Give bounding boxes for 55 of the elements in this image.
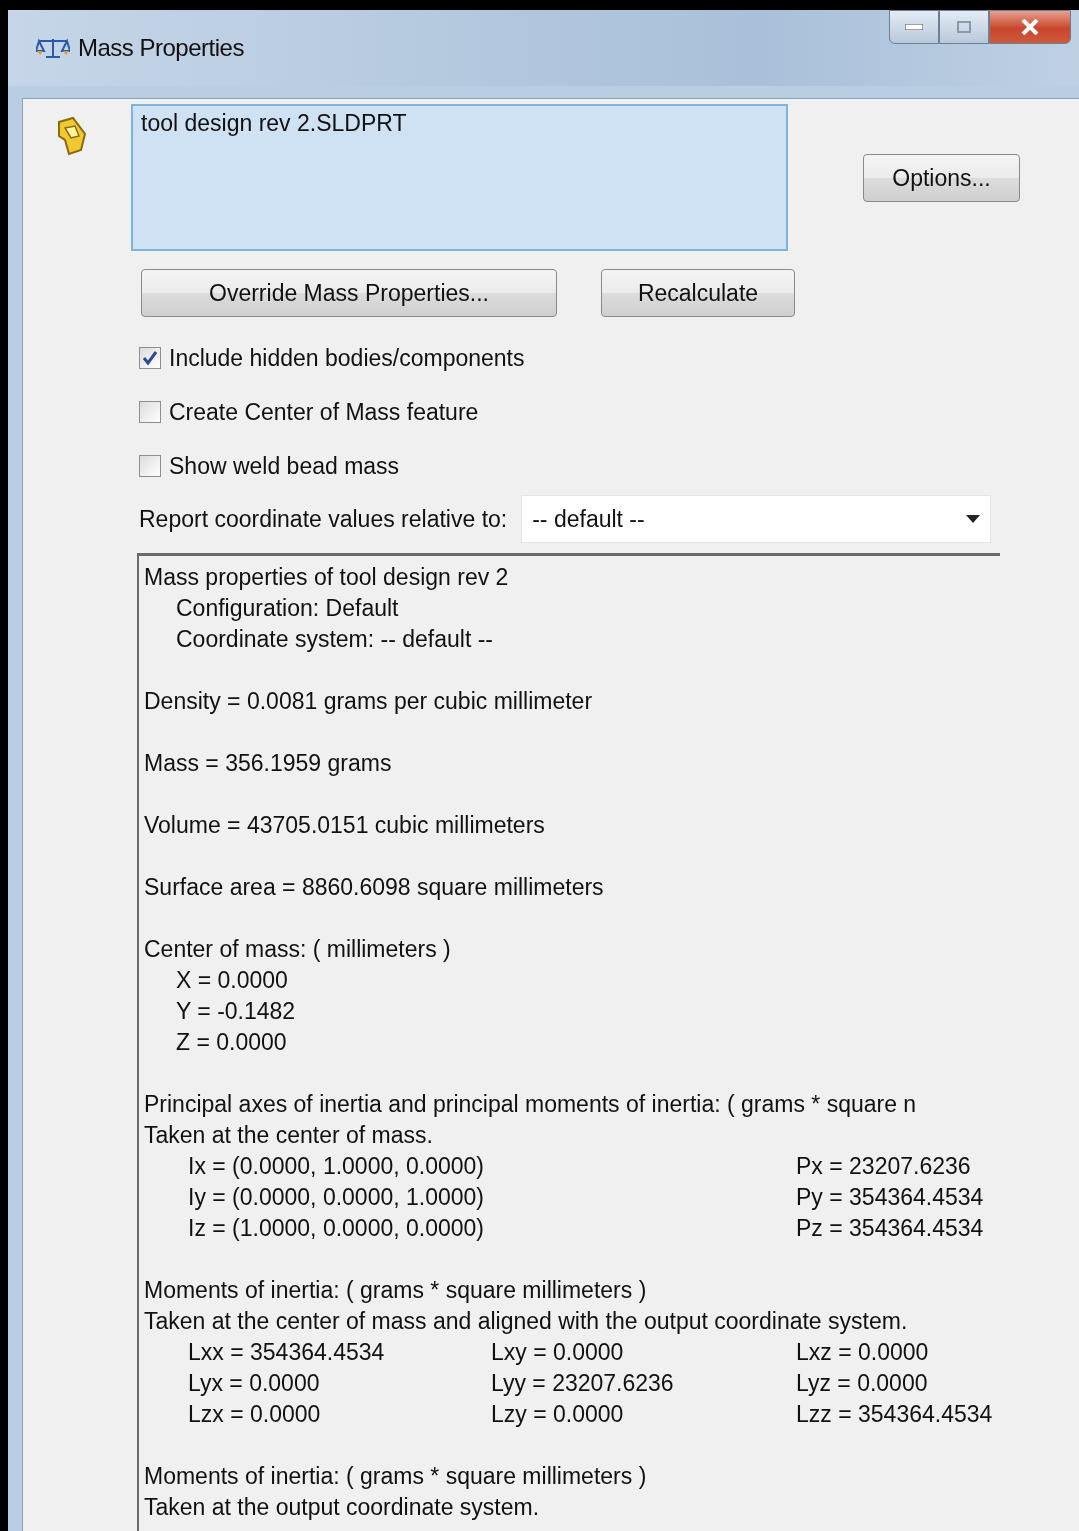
- maximize-button[interactable]: [939, 10, 989, 44]
- inertia-value: Lxx = 354364.4534: [188, 1338, 385, 1367]
- inertia-value: Lzx = 0.0000: [188, 1400, 321, 1429]
- report-line: Principal axes of inertia and principal moments of inertia: ( grams * square n: [144, 1090, 918, 1119]
- scales-icon: [36, 37, 70, 59]
- checkbox[interactable]: [139, 401, 161, 423]
- close-icon: [1021, 19, 1039, 35]
- close-button[interactable]: [989, 10, 1071, 44]
- axis-value: Ix = (0.0000, 1.0000, 0.0000): [188, 1152, 485, 1181]
- inertia-value: Lyy = 23207.6236: [491, 1369, 674, 1398]
- inertia-value: Lyz = 0.0000: [796, 1369, 928, 1398]
- checkmark-icon: [142, 350, 158, 366]
- report-line: Y = -0.1482: [175, 997, 297, 1026]
- inertia-value: Lxz = 0.0000: [796, 1338, 929, 1367]
- coordinate-dropdown[interactable]: -- default --: [521, 495, 992, 543]
- report-line: Taken at the center of mass and aligned with the output coordinate system.: [144, 1307, 909, 1336]
- moment-value: Py = 354364.4534: [796, 1183, 984, 1212]
- part-icon: [55, 116, 89, 156]
- axis-value: Iy = (0.0000, 0.0000, 1.0000): [188, 1183, 485, 1212]
- report-line: Surface area = 8860.6098 square millimeters: [144, 873, 605, 902]
- recalculate-button[interactable]: Recalculate: [601, 269, 795, 317]
- checkbox-label: Show weld bead mass: [169, 452, 400, 480]
- report-line: Mass properties of tool design rev 2: [144, 563, 510, 592]
- report-line: Density = 0.0081 grams per cubic millimeter: [144, 687, 594, 716]
- report-line: Z = 0.0000: [175, 1028, 288, 1057]
- selected-file-field[interactable]: tool design rev 2.SLDPRT: [131, 104, 788, 251]
- report-line: Center of mass: ( millimeters ): [144, 935, 452, 964]
- inertia-value: Lzz = 354364.4534: [796, 1400, 993, 1429]
- inertia-value: Lzy = 0.0000: [491, 1400, 624, 1429]
- minimize-icon: [905, 24, 923, 30]
- inertia-value: Lxy = 0.0000: [491, 1338, 624, 1367]
- axis-value: Iz = (1.0000, 0.0000, 0.0000): [188, 1214, 485, 1243]
- moment-value: Pz = 354364.4534: [796, 1214, 984, 1243]
- override-mass-properties-button[interactable]: Override Mass Properties...: [141, 269, 557, 317]
- dropdown-label: Report coordinate values relative to:: [139, 505, 508, 533]
- report-line: Moments of inertia: ( grams * square millimeters ): [144, 1276, 648, 1305]
- report-line: Volume = 43705.0151 cubic millimeters: [144, 811, 546, 840]
- moment-value: Px = 23207.6236: [796, 1152, 971, 1181]
- checkbox-label: Create Center of Mass feature: [169, 398, 479, 426]
- minimize-button[interactable]: [889, 10, 939, 44]
- dropdown-arrow-icon: [966, 515, 981, 523]
- checkbox[interactable]: [139, 347, 161, 369]
- report-line: Mass = 356.1959 grams: [144, 749, 393, 778]
- checkbox[interactable]: [139, 455, 161, 477]
- report-line: Taken at the center of mass.: [144, 1121, 434, 1150]
- report-line: X = 0.0000: [175, 966, 289, 995]
- checkbox-label: Include hidden bodies/components: [169, 344, 525, 372]
- report-line: Configuration: Default: [175, 594, 400, 623]
- window-title: Mass Properties: [78, 34, 244, 62]
- options-button[interactable]: Options...: [863, 154, 1020, 202]
- maximize-icon: [957, 21, 971, 33]
- report-line: Coordinate system: -- default --: [175, 625, 494, 654]
- report-line: Taken at the output coordinate system.: [144, 1493, 541, 1522]
- inertia-value: Lyx = 0.0000: [188, 1369, 320, 1398]
- report-line: Moments of inertia: ( grams * square millimeters ): [144, 1462, 648, 1491]
